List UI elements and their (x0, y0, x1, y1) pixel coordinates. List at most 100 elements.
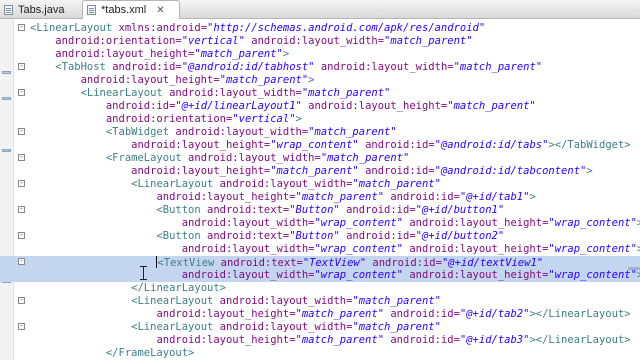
code-token: android:layout_height= (409, 217, 549, 229)
code-line[interactable]: - <TextView android:text="TextView" andr… (0, 256, 640, 269)
code-line[interactable]: - <LinearLayout android:layout_width="ma… (0, 87, 640, 100)
xml-editor[interactable]: - <LinearLayout xmlns:android="http://sch… (0, 19, 640, 360)
code-token: > (308, 74, 315, 86)
code-token: android:text= (207, 204, 290, 216)
code-line[interactable]: - <LinearLayout android:layout_width="ma… (0, 321, 640, 334)
code-token: "@+id/button2" (415, 230, 505, 242)
code-text: <LinearLayout xmlns:android="http://sche… (30, 22, 485, 35)
code-text: <FrameLayout android:layout_width="match… (30, 152, 409, 165)
fold-toggle-icon[interactable]: - (18, 180, 25, 187)
code-line[interactable]: - <FrameLayout android:layout_width="mat… (0, 152, 640, 165)
code-token: android:id= (105, 100, 176, 112)
code-line[interactable]: android:layout_width="wrap_content" andr… (0, 243, 640, 256)
code-token: > (586, 165, 593, 177)
code-text: <TextView android:text="TextView" androi… (30, 256, 543, 269)
tab-tabs-xml[interactable]: *tabs.xml ✕ (82, 0, 180, 19)
code-token: "match_parent" (453, 61, 543, 73)
code-line[interactable]: android:layout_width="wrap_content" andr… (0, 269, 640, 282)
fold-toggle-icon[interactable]: - (18, 89, 25, 96)
code-token: android:layout_width= (219, 178, 353, 190)
code-token: ></LinearLayout> (529, 308, 631, 320)
code-token: "match_parent" (308, 126, 397, 138)
code-text: <TabWidget android:layout_width="match_p… (30, 126, 397, 139)
code-token: "@+id/button1" (415, 204, 505, 216)
close-icon[interactable]: ✕ (156, 5, 164, 16)
code-line[interactable]: - <LinearLayout android:layout_width="ma… (0, 295, 640, 308)
code-text: android:id="@+id/linearLayout1" android:… (30, 100, 536, 113)
code-token: "match_parent" (320, 152, 410, 164)
fold-toggle-icon[interactable]: - (18, 232, 25, 239)
code-line[interactable]: android:layout_width="wrap_content" andr… (0, 217, 640, 230)
fold-toggle-icon[interactable]: - (18, 323, 25, 330)
tab-label: Tabs.java (18, 3, 65, 16)
code-line[interactable]: android:layout_height="match_parent" and… (0, 191, 640, 204)
code-line[interactable]: - <Button android:text="Button" android:… (0, 204, 640, 217)
code-line[interactable]: android:orientation="vertical" android:l… (0, 35, 640, 48)
code-line[interactable]: - <LinearLayout xmlns:android="http://sch… (0, 22, 640, 35)
tab-tabs-java[interactable]: Tabs.java (0, 1, 82, 18)
code-token: "wrap_content" (314, 269, 403, 281)
code-line[interactable]: android:layout_height="match_parent" and… (0, 308, 640, 321)
code-token: android:layout_height= (308, 100, 448, 112)
code-token: "@+id/textView1" (441, 257, 544, 269)
xml-file-icon (87, 5, 96, 15)
code-token: > (295, 113, 302, 125)
fold-toggle-icon[interactable]: - (18, 154, 25, 161)
code-token: "TextView" (302, 257, 367, 269)
code-token: <TabWidget (105, 126, 176, 138)
code-line[interactable]: </LinearLayout> (0, 282, 640, 295)
code-text: <LinearLayout android:layout_width="matc… (30, 295, 441, 308)
code-line[interactable]: - <LinearLayout android:layout_width="ma… (0, 178, 640, 191)
code-token: "match_parent" (295, 334, 385, 346)
code-line[interactable]: android:layout_height="match_parent" and… (0, 334, 640, 347)
code-token: android:id= (390, 334, 460, 346)
code-line[interactable]: android:layout_height="match_parent"> (0, 74, 640, 87)
code-token: ></TabWidget> (548, 139, 631, 151)
fold-toggle-icon[interactable]: - (18, 63, 25, 70)
code-text: android:layout_height="match_parent" and… (30, 165, 593, 178)
fold-toggle-icon[interactable]: - (18, 206, 25, 213)
code-token: android:layout_width= (181, 217, 315, 229)
code-line[interactable]: android:layout_height="match_parent" and… (0, 165, 640, 178)
code-token: </LinearLayout> (131, 282, 226, 294)
fold-toggle-icon[interactable]: - (18, 258, 25, 265)
code-token: ></LinearLayout> (529, 334, 631, 346)
code-text: android:layout_width="wrap_content" andr… (30, 217, 640, 230)
fold-toggle-icon[interactable]: - (18, 128, 25, 135)
code-line[interactable]: - <Button android:text="Button" android:… (0, 230, 640, 243)
code-line[interactable]: android:layout_height="wrap_content" and… (0, 139, 640, 152)
code-line[interactable]: android:id="@+id/linearLayout1" android:… (0, 100, 640, 113)
code-token: android:layout_width= (251, 35, 385, 47)
code-line[interactable]: android:layout_height="match_parent"> (0, 48, 640, 61)
editor-tab-bar: Tabs.java *tabs.xml ✕ (0, 0, 640, 19)
code-token: "match_parent" (194, 48, 283, 60)
code-line[interactable]: - <TabWidget android:layout_width="match… (0, 126, 640, 139)
code-text: android:orientation="vertical" android:l… (30, 35, 473, 48)
code-token: <FrameLayout (105, 152, 189, 164)
code-token: "match_parent" (352, 321, 441, 333)
fold-toggle-icon[interactable]: - (18, 297, 25, 304)
code-line[interactable]: </FrameLayout> (0, 347, 640, 360)
code-token: "match_parent" (384, 35, 473, 47)
code-token: > (282, 48, 290, 60)
code-text: <LinearLayout android:layout_width="matc… (30, 321, 441, 334)
code-line[interactable]: - <TabHost android:id="@android:id/tabho… (0, 61, 640, 74)
code-token: "@+id/linearLayout1" (175, 100, 302, 112)
fold-toggle-icon[interactable]: - (18, 24, 25, 31)
code-line[interactable]: android:orientation="vertical"> (0, 113, 640, 126)
